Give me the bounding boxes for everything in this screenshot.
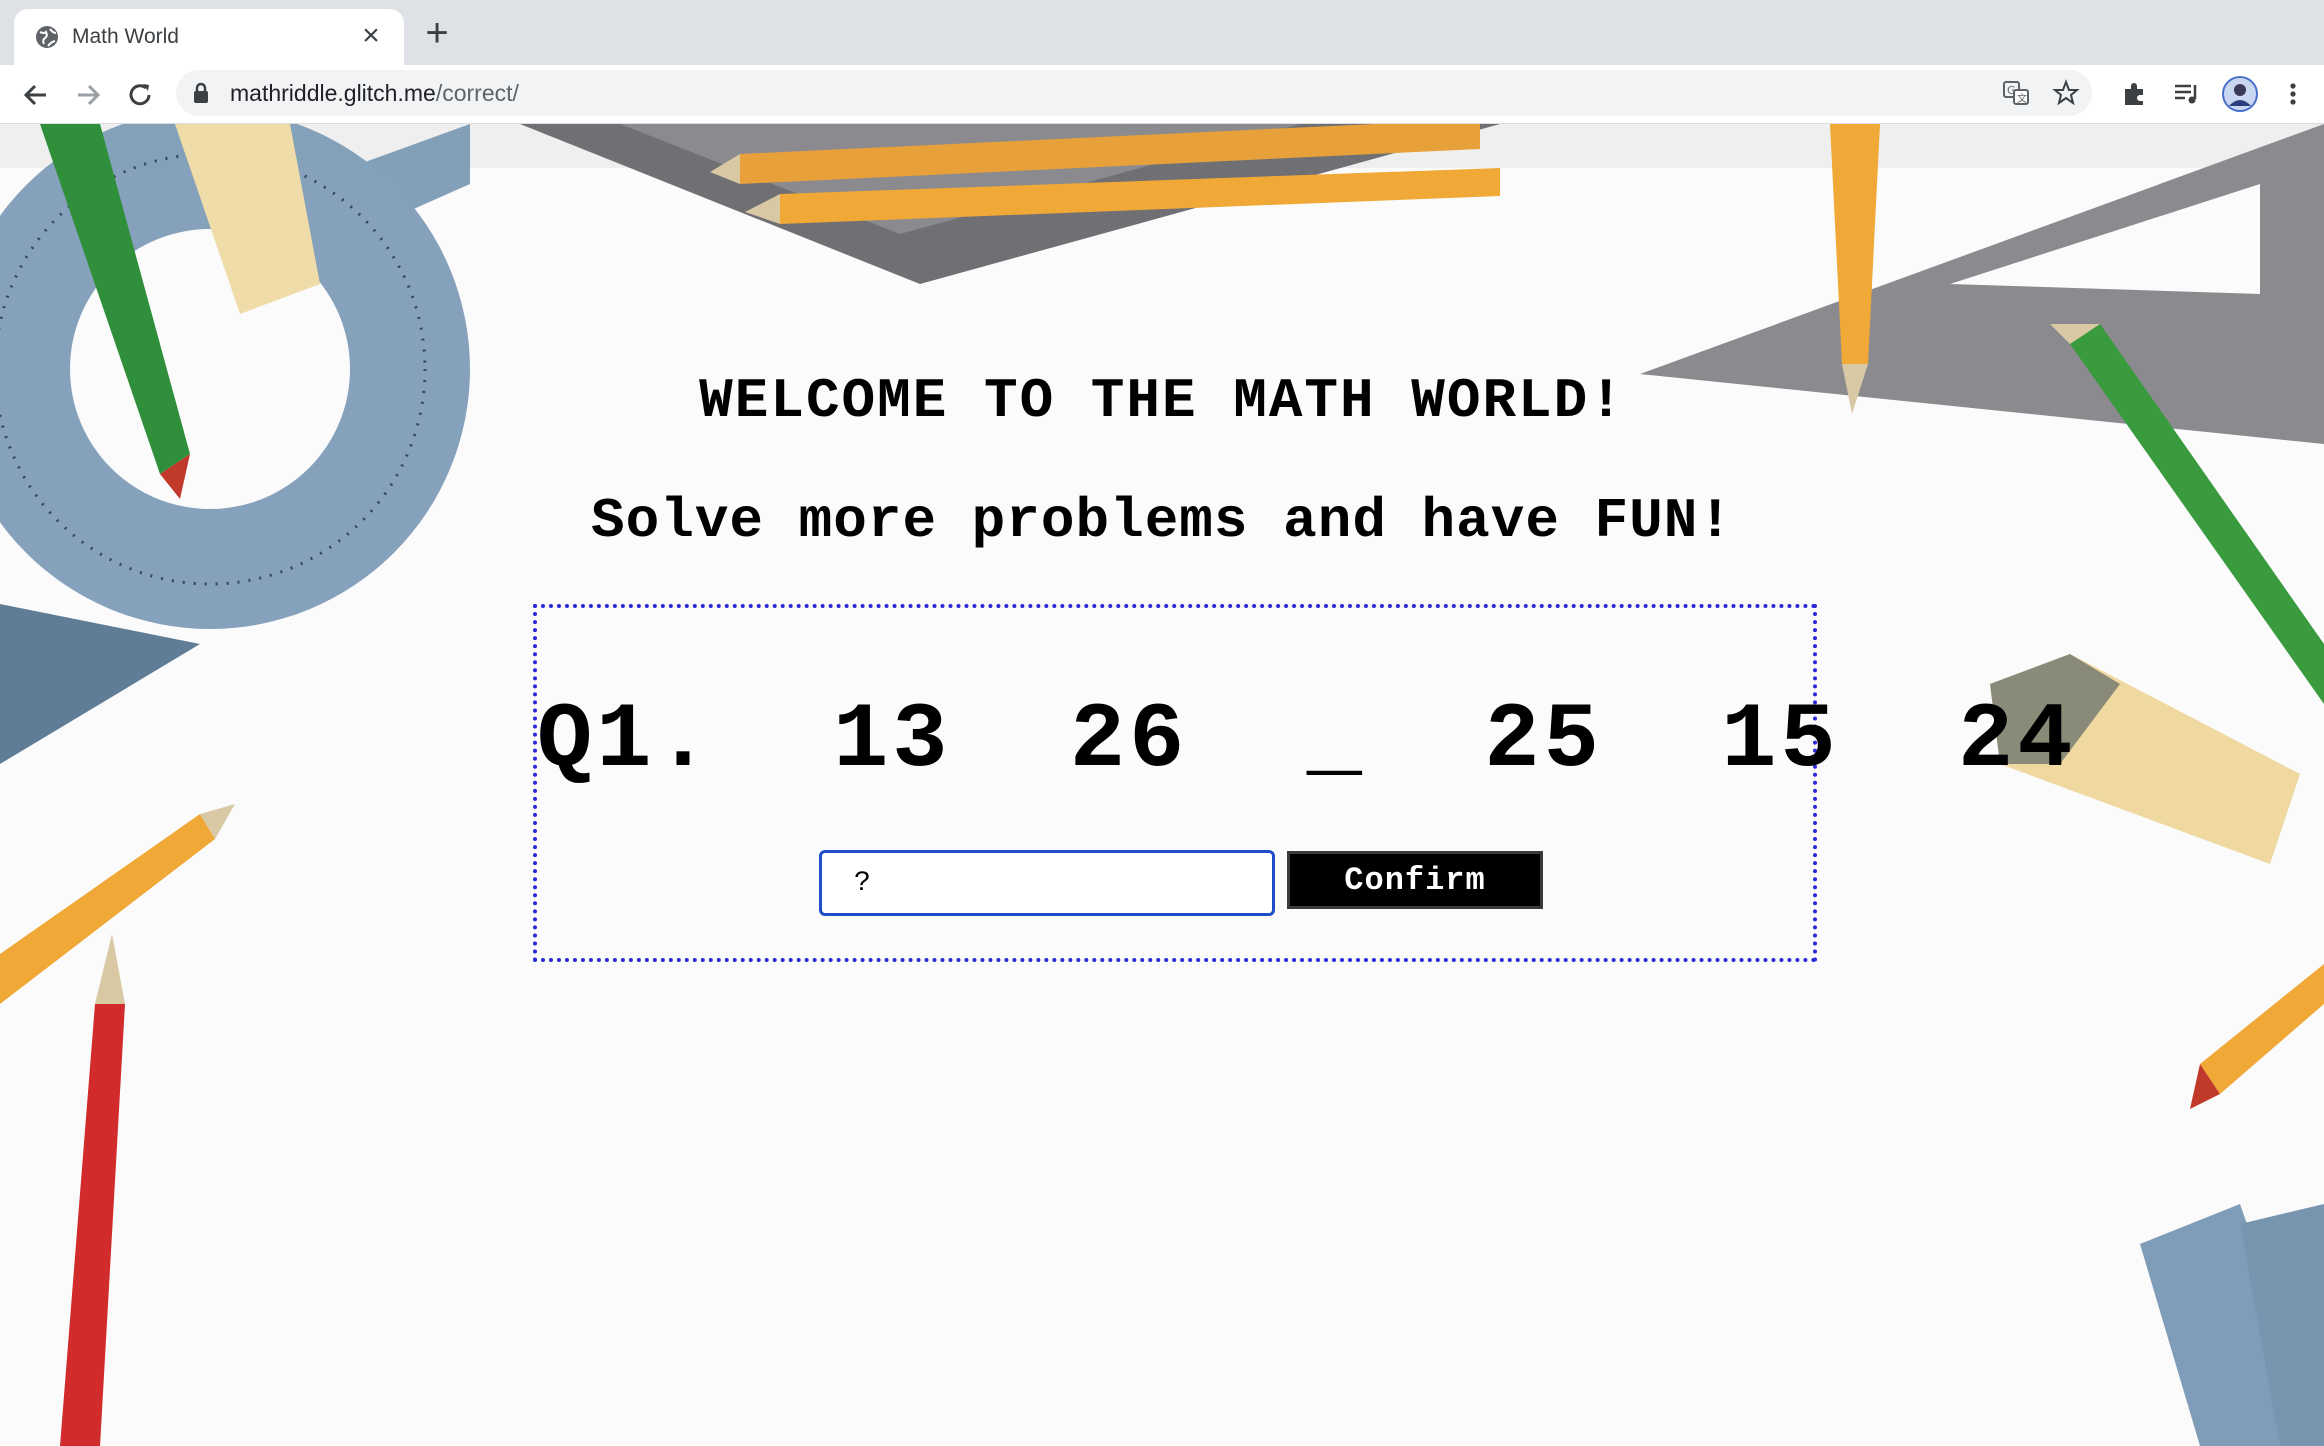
- number-sequence: 13 26 _ 25 15 24: [833, 688, 2077, 793]
- translate-icon[interactable]: G 文: [2002, 79, 2030, 107]
- url-path: /correct/: [435, 80, 519, 106]
- red-pencil-image: [60, 934, 125, 1446]
- page-content: WELCOME TO THE MATH WORLD! Solve more pr…: [0, 124, 2324, 1446]
- plus-icon[interactable]: +: [418, 13, 456, 53]
- question-label: Q1.: [537, 688, 715, 793]
- lock-icon[interactable]: [192, 82, 210, 104]
- ruler-image: [2140, 1204, 2324, 1446]
- extensions-icon[interactable]: [2120, 79, 2150, 109]
- url-text[interactable]: mathriddle.glitch.me/correct/: [230, 79, 519, 107]
- url-host: mathriddle.glitch.me: [230, 80, 436, 106]
- triangle-ruler-image: [0, 604, 200, 764]
- svg-text:文: 文: [2017, 92, 2027, 105]
- address-bar[interactable]: mathriddle.glitch.me/correct/ G 文: [176, 70, 2092, 116]
- question-text: Q1. 13 26 _ 25 15 24: [537, 688, 2072, 793]
- globe-icon: [36, 26, 58, 48]
- browser-tab[interactable]: Math World ×: [14, 9, 404, 65]
- reload-icon[interactable]: [122, 77, 158, 113]
- star-icon[interactable]: [2052, 79, 2080, 107]
- media-control-icon[interactable]: [2172, 79, 2202, 109]
- yellow-pencil-image: [2190, 964, 2324, 1109]
- tab-strip: Math World × +: [0, 0, 2324, 65]
- back-arrow-icon[interactable]: [18, 77, 54, 113]
- forward-arrow-icon[interactable]: [70, 77, 106, 113]
- answer-input[interactable]: [819, 850, 1275, 916]
- close-icon[interactable]: ×: [356, 21, 386, 51]
- browser-toolbar: mathriddle.glitch.me/correct/ G 文: [0, 65, 2324, 124]
- confirm-button[interactable]: Confirm: [1287, 851, 1543, 909]
- page-subtitle: Solve more problems and have FUN!: [591, 489, 1733, 553]
- page-title: WELCOME TO THE MATH WORLD!: [699, 369, 1625, 433]
- quiz-box: Q1. 13 26 _ 25 15 24 Confirm: [533, 604, 2072, 962]
- profile-avatar-icon[interactable]: [2222, 76, 2258, 112]
- tab-title: Math World: [72, 25, 179, 48]
- kebab-menu-icon[interactable]: [2278, 79, 2308, 109]
